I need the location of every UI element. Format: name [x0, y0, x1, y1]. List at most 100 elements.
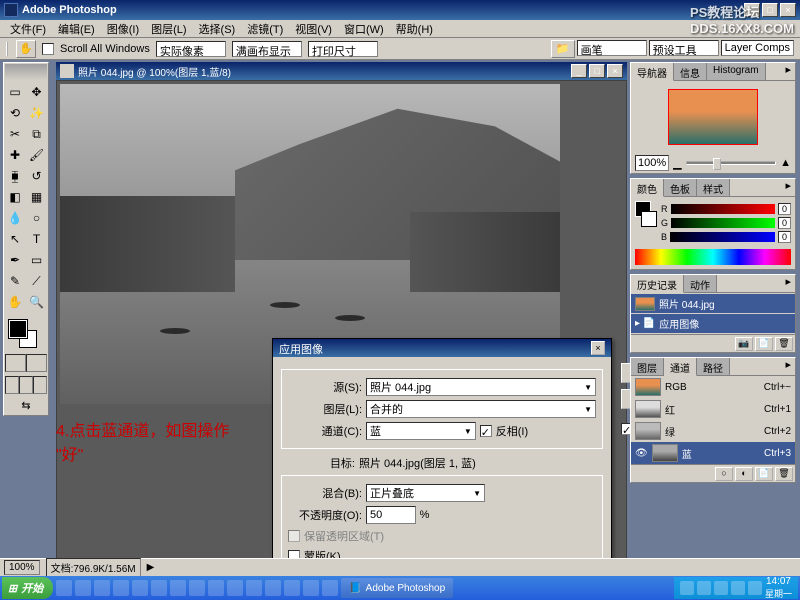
g-value[interactable]: 0 [778, 217, 791, 229]
menu-window[interactable]: 窗口(W) [338, 19, 390, 39]
doc-maximize[interactable]: □ [589, 64, 605, 78]
doc-close[interactable]: × [607, 64, 623, 78]
r-slider[interactable] [671, 204, 775, 214]
invert-checkbox[interactable]: ✓ [480, 425, 492, 437]
type-tool[interactable]: T [27, 229, 47, 249]
new-snapshot-icon[interactable]: 📷 [735, 337, 753, 351]
spectrum-picker[interactable] [635, 249, 791, 265]
zoom-in-icon[interactable]: ▲ [780, 157, 791, 169]
tab-info[interactable]: 信息 [674, 63, 707, 80]
print-size-button[interactable]: 打印尺寸 [308, 41, 378, 57]
ql-icon-8[interactable] [189, 580, 205, 596]
tray-icon-3[interactable] [714, 581, 728, 595]
ql-desktop-icon[interactable] [75, 580, 91, 596]
crop-tool[interactable]: ✂ [5, 124, 25, 144]
load-selection-icon[interactable]: ○ [715, 467, 733, 481]
tray-time[interactable]: 14:07 [765, 576, 792, 587]
standard-mode[interactable] [5, 354, 26, 372]
menu-filter[interactable]: 滤镜(T) [241, 19, 289, 39]
trash-icon[interactable]: 🗑 [775, 337, 793, 351]
status-zoom[interactable]: 100% [4, 560, 40, 575]
tray-icon-5[interactable] [748, 581, 762, 595]
ql-icon-14[interactable] [303, 580, 319, 596]
tray-icon-1[interactable] [680, 581, 694, 595]
ql-icon-13[interactable] [284, 580, 300, 596]
dialog-close[interactable]: × [591, 341, 605, 355]
hand-tool[interactable]: ✋ [5, 292, 25, 312]
history-snapshot[interactable]: 照片 044.jpg [631, 294, 795, 313]
zoom-tool[interactable]: 🔍 [27, 292, 47, 312]
menu-select[interactable]: 选择(S) [193, 19, 242, 39]
ql-icon-10[interactable] [227, 580, 243, 596]
color-bg[interactable] [641, 211, 657, 227]
channel-dropdown[interactable]: 蓝▼ [366, 422, 476, 440]
doc-minimize[interactable]: _ [571, 64, 587, 78]
jump-to-imageready[interactable]: ⇆ [5, 396, 47, 414]
tab-history[interactable]: 历史记录 [631, 275, 684, 293]
menu-file[interactable]: 文件(F) [4, 19, 52, 39]
channels-menu[interactable]: ▸ [781, 358, 795, 375]
tab-styles[interactable]: 样式 [697, 179, 730, 196]
tab-paths[interactable]: 路径 [697, 358, 730, 375]
layer-dropdown[interactable]: 合并的▼ [366, 400, 596, 418]
opacity-input[interactable]: 50 [366, 506, 416, 524]
new-doc-icon[interactable]: 📄 [755, 337, 773, 351]
start-button[interactable]: ⊞开始 [2, 577, 53, 599]
menu-view[interactable]: 视图(V) [289, 19, 338, 39]
eyedropper-tool[interactable]: ⟋ [27, 271, 47, 291]
path-tool[interactable]: ↖ [5, 229, 25, 249]
screen-mode-2[interactable] [19, 376, 33, 394]
menu-edit[interactable]: 编辑(E) [52, 19, 101, 39]
lasso-tool[interactable]: ⟲ [5, 103, 25, 123]
stamp-tool[interactable]: ⧯ [5, 166, 25, 186]
ql-ie-icon[interactable] [56, 580, 72, 596]
tray-icon-2[interactable] [697, 581, 711, 595]
ql-icon-4[interactable] [113, 580, 129, 596]
save-selection-icon[interactable]: ◐ [735, 467, 753, 481]
status-docinfo[interactable]: 文档:796.9K/1.56M [46, 558, 141, 577]
blur-tool[interactable]: 💧 [5, 208, 25, 228]
notes-tool[interactable]: ✎ [5, 271, 25, 291]
shape-tool[interactable]: ▭ [27, 250, 47, 270]
taskbar-photoshop[interactable]: 📘Adobe Photoshop [341, 578, 453, 598]
menu-help[interactable]: 帮助(H) [390, 19, 439, 39]
channel-blue[interactable]: 👁 蓝Ctrl+3 [631, 442, 795, 464]
heal-tool[interactable]: ✚ [5, 145, 25, 165]
tab-swatches[interactable]: 色板 [664, 179, 697, 196]
fit-screen-button[interactable]: 满画布显示 [232, 41, 302, 57]
menu-layer[interactable]: 图层(L) [145, 19, 192, 39]
layer-comps-palette[interactable]: Layer Comps [721, 40, 794, 56]
color-menu[interactable]: ▸ [781, 179, 795, 196]
ql-icon-5[interactable] [132, 580, 148, 596]
foreground-color[interactable] [9, 320, 27, 338]
navigator-menu[interactable]: ▸ [781, 63, 795, 80]
brushes-palette[interactable]: 画笔 [577, 40, 647, 56]
ql-icon-9[interactable] [208, 580, 224, 596]
dialog-titlebar[interactable]: 应用图像 × [273, 339, 611, 357]
tab-color[interactable]: 颜色 [631, 179, 664, 197]
history-step-apply-image[interactable]: ▸ 📄 应用图像 [631, 314, 795, 333]
screen-mode-1[interactable] [5, 376, 19, 394]
new-channel-icon[interactable]: 📄 [755, 467, 773, 481]
blend-dropdown[interactable]: 正片叠底▼ [366, 484, 485, 502]
ql-icon-7[interactable] [170, 580, 186, 596]
tab-layers[interactable]: 图层 [631, 358, 664, 375]
ql-icon-6[interactable] [151, 580, 167, 596]
dodge-tool[interactable]: ○ [27, 208, 47, 228]
actual-pixels-button[interactable]: 实际像素 [156, 41, 226, 57]
palette-well-icon[interactable]: 📁 [551, 40, 575, 58]
ql-icon-3[interactable] [94, 580, 110, 596]
source-dropdown[interactable]: 照片 044.jpg▼ [366, 378, 596, 396]
zoom-slider[interactable] [686, 161, 777, 165]
g-slider[interactable] [671, 218, 775, 228]
zoom-level[interactable]: 100% [635, 155, 669, 171]
tool-presets-palette[interactable]: 预设工具 [649, 40, 719, 56]
history-menu[interactable]: ▸ [781, 275, 795, 292]
delete-channel-icon[interactable]: 🗑 [775, 467, 793, 481]
b-slider[interactable] [670, 232, 775, 242]
document-titlebar[interactable]: 照片 044.jpg @ 100%(图层 1,蓝/8) _ □ × [56, 62, 627, 80]
tab-histogram[interactable]: Histogram [707, 63, 766, 80]
zoom-out-icon[interactable]: ▁ [673, 157, 681, 170]
r-value[interactable]: 0 [778, 203, 791, 215]
ql-icon-11[interactable] [246, 580, 262, 596]
